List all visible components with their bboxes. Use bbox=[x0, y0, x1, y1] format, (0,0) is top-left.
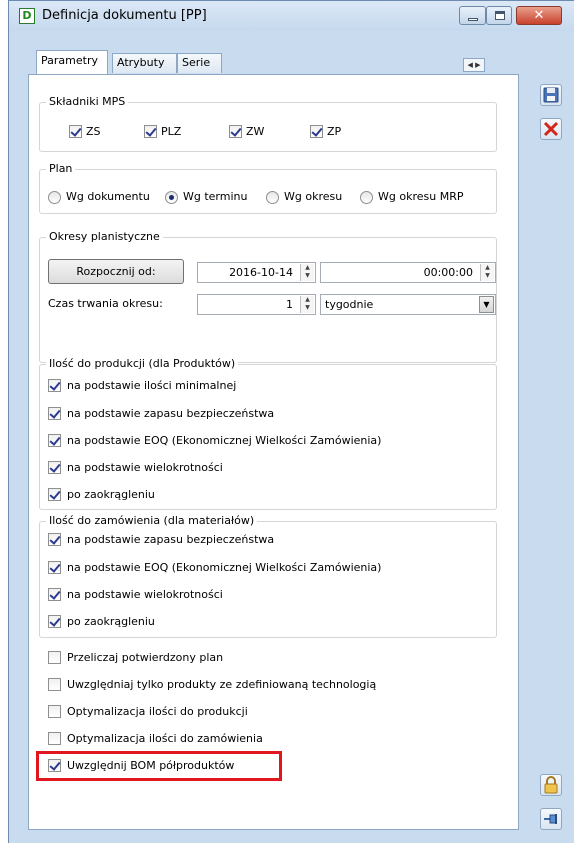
checkbox-eoq[interactable] bbox=[48, 434, 61, 447]
checkbox-plz[interactable] bbox=[144, 125, 157, 138]
pin-icon bbox=[544, 814, 557, 824]
label-zw: ZW bbox=[246, 125, 265, 138]
tab-label: Parametry bbox=[41, 54, 98, 67]
time-spinner-icon[interactable]: ▲ ▼ bbox=[480, 264, 494, 281]
start-time-field[interactable]: 00:00:00 ▲ ▼ bbox=[320, 262, 496, 283]
tab-label: Atrybuty bbox=[117, 56, 165, 69]
checkbox-przeliczaj-plan[interactable] bbox=[48, 651, 61, 664]
label-wg-dokumentu: Wg dokumentu bbox=[66, 190, 150, 203]
lock-icon bbox=[544, 776, 558, 794]
pin-button[interactable] bbox=[540, 808, 562, 830]
minimize-icon bbox=[468, 18, 478, 21]
tab-atrybuty[interactable]: Atrybuty bbox=[112, 53, 177, 73]
checkbox-zam-eoq[interactable] bbox=[48, 561, 61, 574]
date-spinner-icon[interactable]: ▲ ▼ bbox=[300, 264, 314, 281]
duration-unit-select[interactable]: tygodnie ▼ bbox=[320, 294, 496, 315]
checkbox-zaokraglenie[interactable] bbox=[48, 488, 61, 501]
checkbox-optymalizacja-zamowienia[interactable] bbox=[48, 732, 61, 745]
parametry-panel: Składniki MPS ZS PLZ ZW ZP Plan Wg dokum… bbox=[28, 74, 519, 830]
delete-icon bbox=[543, 121, 559, 137]
label-zapas-bezpieczenstwa: na podstawie zapasu bezpieczeństwa bbox=[67, 407, 275, 420]
minimize-button[interactable] bbox=[459, 6, 486, 25]
label-optymalizacja-produkcji: Optymalizacja ilości do produkcji bbox=[67, 705, 248, 718]
checkbox-zw[interactable] bbox=[229, 125, 242, 138]
duration-spinner-icon[interactable]: ▲ ▼ bbox=[300, 296, 314, 313]
checkbox-zs[interactable] bbox=[69, 125, 82, 138]
label-wg-terminu: Wg terminu bbox=[183, 190, 248, 203]
checkbox-zam-zapas[interactable] bbox=[48, 533, 61, 546]
radio-wg-dokumentu[interactable] bbox=[48, 191, 61, 204]
checkbox-zam-zaokraglenie[interactable] bbox=[48, 615, 61, 628]
duration-label: Czas trwania okresu: bbox=[48, 297, 163, 310]
checkbox-tylko-technologia[interactable] bbox=[48, 678, 61, 691]
tab-scroll-arrows[interactable]: ◀ ▶ bbox=[463, 58, 485, 72]
okresy-title: Okresy planistyczne bbox=[46, 230, 163, 244]
label-zam-zaokraglenie: po zaokrągleniu bbox=[67, 615, 155, 628]
window-title: Definicja dokumentu [PP] bbox=[42, 8, 207, 23]
lock-button[interactable] bbox=[540, 774, 562, 796]
checkbox-zam-wielokrotnosc[interactable] bbox=[48, 588, 61, 601]
checkbox-zp[interactable] bbox=[310, 125, 323, 138]
duration-unit-value: tygodnie bbox=[325, 298, 374, 311]
chevron-down-icon[interactable]: ▼ bbox=[479, 296, 494, 313]
duration-field[interactable]: 1 ▲ ▼ bbox=[197, 294, 316, 315]
rozpocznij-od-button[interactable]: Rozpocznij od: bbox=[48, 259, 184, 284]
checkbox-ilosc-minimalna[interactable] bbox=[48, 379, 61, 392]
radio-wg-okresu[interactable] bbox=[266, 191, 279, 204]
start-date-field[interactable]: 2016-10-14 ▲ ▼ bbox=[197, 262, 316, 283]
maximize-button[interactable] bbox=[486, 6, 512, 25]
label-eoq: na podstawie EOQ (Ekonomicznej Wielkości… bbox=[67, 434, 382, 447]
save-icon bbox=[543, 87, 559, 103]
close-icon: ✕ bbox=[533, 8, 545, 23]
tab-parametry[interactable]: Parametry bbox=[36, 50, 108, 74]
highlight-box bbox=[36, 751, 282, 781]
save-button[interactable] bbox=[540, 84, 562, 106]
maximize-icon bbox=[495, 11, 505, 20]
label-optymalizacja-zamowienia: Optymalizacja ilości do zamówienia bbox=[67, 732, 263, 745]
label-wg-okresu: Wg okresu bbox=[284, 190, 343, 203]
delete-button[interactable] bbox=[540, 118, 562, 140]
label-zam-eoq: na podstawie EOQ (Ekonomicznej Wielkości… bbox=[67, 561, 382, 574]
label-zp: ZP bbox=[327, 125, 342, 138]
label-ilosc-minimalna: na podstawie ilości minimalnej bbox=[67, 379, 237, 392]
radio-wg-terminu[interactable] bbox=[165, 191, 178, 204]
skladniki-title: Składniki MPS bbox=[46, 95, 129, 109]
checkbox-zapas-bezpieczenstwa[interactable] bbox=[48, 407, 61, 420]
label-przeliczaj-plan: Przeliczaj potwierdzony plan bbox=[67, 651, 224, 664]
label-wg-okresu-mrp: Wg okresu MRP bbox=[378, 190, 464, 203]
skladniki-group bbox=[39, 102, 497, 152]
ilosc-zamowienia-title: Ilość do zamówienia (dla materiałów) bbox=[46, 514, 258, 528]
label-zam-zapas: na podstawie zapasu bezpieczeństwa bbox=[67, 533, 275, 546]
start-date-value: 2016-10-14 bbox=[229, 266, 293, 279]
label-wielokrotnosc: na podstawie wielokrotności bbox=[67, 461, 223, 474]
title-bar[interactable]: D Definicja dokumentu [PP] ✕ bbox=[9, 1, 574, 31]
app-icon: D bbox=[19, 8, 35, 24]
tab-label: Serie bbox=[182, 56, 211, 69]
checkbox-optymalizacja-produkcji[interactable] bbox=[48, 705, 61, 718]
ilosc-produkcji-title: Ilość do produkcji (dla Produktów) bbox=[46, 357, 239, 371]
close-button[interactable]: ✕ bbox=[516, 6, 562, 25]
duration-value: 1 bbox=[286, 298, 293, 311]
plan-title: Plan bbox=[46, 162, 76, 176]
checkbox-wielokrotnosc[interactable] bbox=[48, 461, 61, 474]
label-plz: PLZ bbox=[161, 125, 182, 138]
start-time-value: 00:00:00 bbox=[423, 266, 473, 279]
label-zam-wielokrotnosc: na podstawie wielokrotności bbox=[67, 588, 223, 601]
label-zs: ZS bbox=[86, 125, 101, 138]
tab-serie[interactable]: Serie bbox=[177, 53, 222, 73]
label-zaokraglenie: po zaokrągleniu bbox=[67, 488, 155, 501]
label-tylko-technologia: Uwzględniaj tylko produkty ze zdefiniowa… bbox=[67, 678, 377, 691]
radio-wg-okresu-mrp[interactable] bbox=[360, 191, 373, 204]
